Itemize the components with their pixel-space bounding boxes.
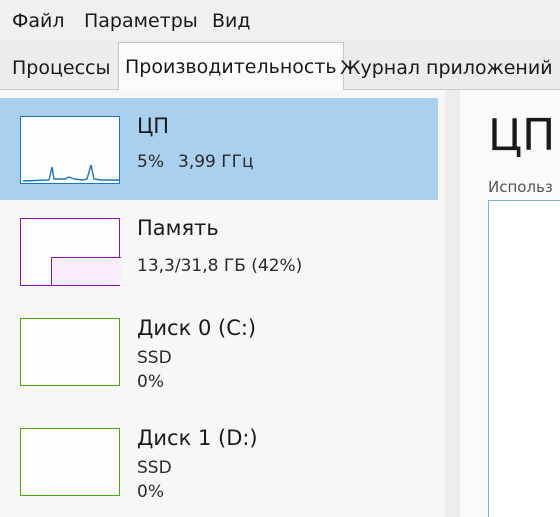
cpu-title: ЦП	[137, 114, 170, 138]
tab-processes[interactable]: Процессы	[6, 45, 117, 90]
memory-graph	[20, 218, 121, 286]
menu-view[interactable]: Вид	[212, 10, 251, 32]
disk0-title: Диск 0 (C:)	[137, 316, 257, 340]
cpu-usage: 5%	[137, 152, 164, 172]
memory-usage-fill	[51, 257, 121, 285]
cpu-graph	[20, 116, 120, 184]
disk0-graph	[20, 318, 120, 386]
performance-sidebar: ЦП 5% 3,99 ГГц Память 13,3/31,8 ГБ (42%)…	[0, 90, 445, 517]
sidebar-item-memory[interactable]: Память 13,3/31,8 ГБ (42%)	[0, 202, 438, 304]
tab-performance[interactable]: Производительность	[118, 42, 344, 91]
disk1-graph	[20, 428, 120, 496]
disk1-title: Диск 1 (D:)	[137, 426, 258, 450]
sidebar-item-cpu[interactable]: ЦП 5% 3,99 ГГц	[0, 98, 438, 200]
cpu-utilization-graph	[488, 200, 560, 517]
detail-subtitle: Использ	[488, 178, 553, 196]
memory-title: Память	[137, 216, 219, 240]
disk0-usage: 0%	[137, 372, 164, 392]
cpu-speed: 3,99 ГГц	[178, 152, 254, 172]
menu-options[interactable]: Параметры	[84, 10, 198, 32]
menu-bar: Файл Параметры Вид	[0, 0, 560, 40]
disk0-type: SSD	[137, 348, 172, 368]
tab-app-history[interactable]: Журнал приложений	[334, 45, 559, 90]
menu-file[interactable]: Файл	[12, 10, 65, 32]
disk1-type: SSD	[137, 458, 172, 478]
tab-bar: Процессы Производительность Журнал прило…	[0, 40, 560, 91]
sidebar-item-disk0[interactable]: Диск 0 (C:) SSD 0%	[0, 302, 438, 412]
pane-splitter[interactable]	[445, 90, 460, 517]
detail-title: ЦП	[488, 110, 556, 161]
memory-detail: 13,3/31,8 ГБ (42%)	[137, 256, 303, 276]
sidebar-item-disk1[interactable]: Диск 1 (D:) SSD 0%	[0, 412, 438, 517]
disk1-usage: 0%	[137, 482, 164, 502]
cpu-detail-panel: ЦП Использ	[460, 90, 560, 517]
